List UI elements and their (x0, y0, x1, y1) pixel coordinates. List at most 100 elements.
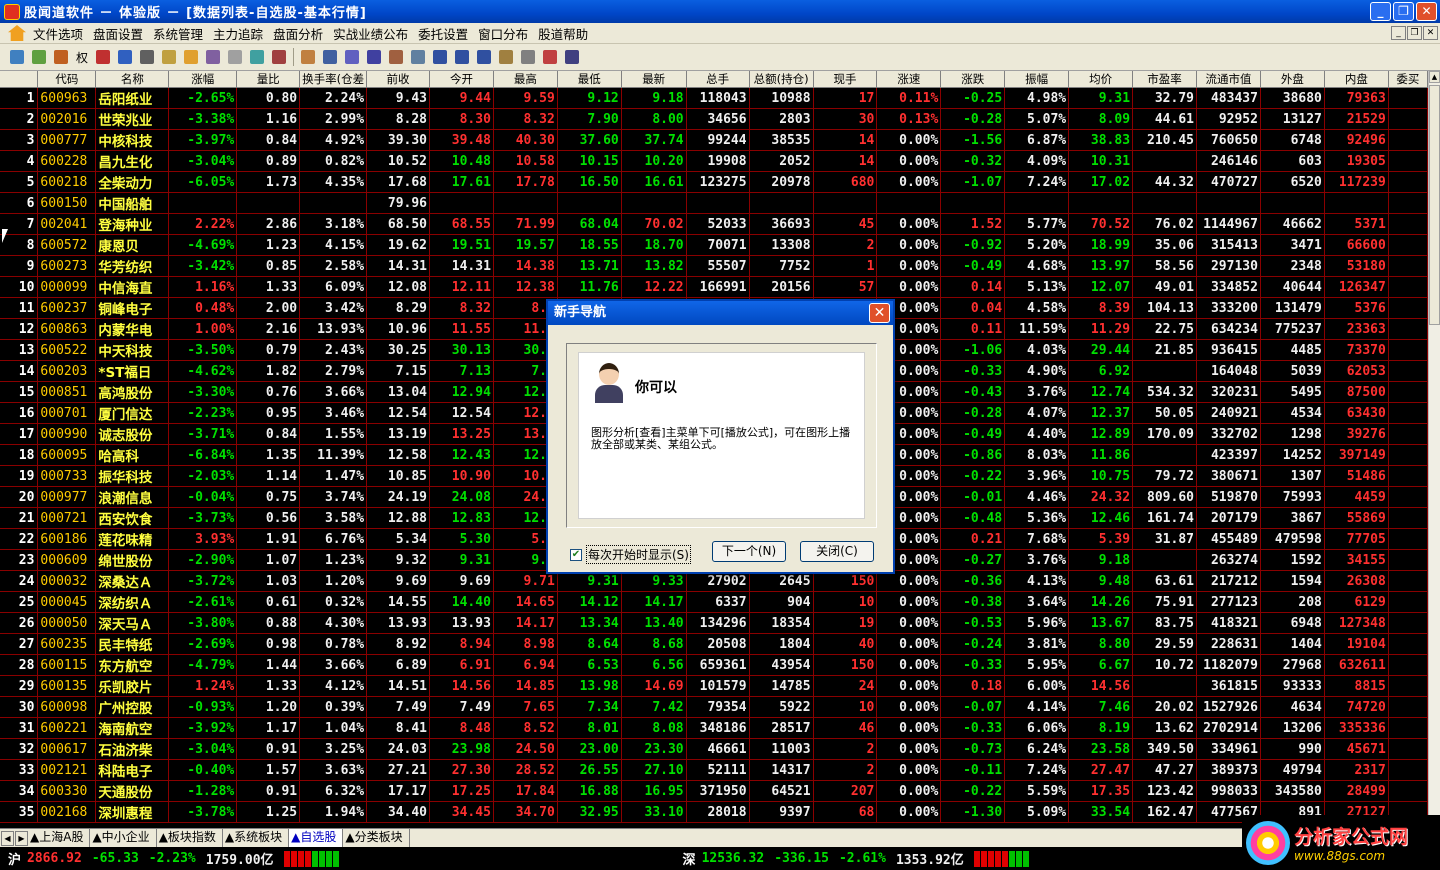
tab-category-sectors[interactable]: ▲分类板块 (343, 829, 410, 847)
menu-system[interactable]: 系统管理 (148, 24, 208, 43)
next-button[interactable]: 下一个(N) (712, 541, 786, 562)
table-row[interactable]: 3 000777 中核科技 -3.97% 0.84 4.92% 39.30 39.48 40.3… (0, 129, 1428, 151)
candle-icon[interactable] (228, 50, 243, 64)
stock-code[interactable]: 600235 (37, 633, 97, 655)
table-row[interactable]: 5 600218 全柴动力 -6.05% 1.73 4.35% 17.68 17.61 17.7… (0, 171, 1428, 193)
stock-code[interactable]: 000099 (37, 276, 97, 298)
line-chart-icon[interactable] (250, 50, 265, 64)
scroll-up-arrow-icon[interactable]: ▲ (1429, 71, 1440, 83)
table-row[interactable]: 35 002168 深圳惠程 -3.78% 1.25 1.94% 34.40 34.45 34.… (0, 801, 1428, 823)
header-cell[interactable]: 代码 (37, 71, 97, 88)
table-row[interactable]: 1 600963 岳阳纸业 -2.65% 0.80 2.24% 9.43 9.44 9.59 9.… (0, 87, 1428, 109)
stock-code[interactable]: 000851 (37, 381, 97, 403)
show-on-start-checkbox[interactable]: ✔ 每次开始时显示(S) (570, 545, 691, 564)
stock-name[interactable]: 民丰特纸 (95, 633, 170, 655)
row-index[interactable]: 34 (0, 780, 39, 802)
header-cell[interactable]: 现手 (813, 71, 878, 88)
stock-name[interactable]: 华芳纺织 (95, 255, 170, 277)
row-index[interactable]: 6 (0, 192, 39, 214)
table-row[interactable]: 25 000045 深纺织Ａ -2.61% 0.61 0.32% 14.55 14.40 14.… (0, 591, 1428, 613)
row-index[interactable]: 28 (0, 654, 39, 676)
stock-name[interactable]: 绵世股份 (95, 549, 170, 571)
stock-code[interactable]: 600863 (37, 318, 97, 340)
grid-icon[interactable] (140, 50, 155, 64)
header-cell[interactable]: 最高 (493, 71, 558, 88)
checkbox-check-icon[interactable]: ✔ (570, 548, 582, 561)
mdi-minimize-button[interactable]: _ (1391, 26, 1406, 40)
stock-code[interactable]: 000050 (37, 612, 97, 634)
stock-code[interactable]: 002016 (37, 108, 97, 130)
header-cell[interactable]: 名称 (95, 71, 170, 88)
stock-name[interactable]: 高鸿股份 (95, 381, 170, 403)
volume-icon[interactable] (272, 50, 287, 64)
close-button[interactable]: 关闭(C) (800, 541, 874, 562)
stock-code[interactable]: 002121 (37, 759, 97, 781)
stock-code[interactable]: 600218 (37, 171, 97, 193)
dialog-title[interactable]: 新手导航 (548, 301, 893, 325)
save-icon[interactable] (565, 50, 580, 64)
text-tool-icon[interactable] (477, 50, 492, 64)
menu-analysis[interactable]: 盘面分析 (268, 24, 328, 43)
header-cell[interactable]: 流通市值 (1196, 71, 1261, 88)
table-row[interactable]: 4 600228 昌九生化 -3.04% 0.89 0.82% 10.52 10.48 10.5… (0, 150, 1428, 172)
tab-watchlist[interactable]: ▲自选股 (289, 829, 344, 847)
table-row[interactable]: 2 002016 世荣兆业 -3.38% 1.16 2.99% 8.28 8.30 8.32 7.… (0, 108, 1428, 130)
row-index[interactable]: 18 (0, 444, 39, 466)
header-cell[interactable]: 今开 (429, 71, 494, 88)
stock-code[interactable]: 600186 (37, 528, 97, 550)
stock-name[interactable]: 天通股份 (95, 780, 170, 802)
ellipse-icon[interactable] (455, 50, 470, 64)
stock-code[interactable]: 000721 (37, 507, 97, 529)
menu-main-force[interactable]: 主力追踪 (208, 24, 268, 43)
stock-name[interactable]: 诚志股份 (95, 423, 170, 445)
row-index[interactable]: 17 (0, 423, 39, 445)
header-cell[interactable]: 内盘 (1324, 71, 1389, 88)
stock-name[interactable]: 浪潮信息 (95, 486, 170, 508)
tab-system-sectors[interactable]: ▲系统板块 (223, 829, 290, 847)
sell-icon[interactable] (118, 50, 133, 64)
row-index[interactable]: 12 (0, 318, 39, 340)
bars-icon[interactable] (345, 50, 360, 64)
row-index[interactable]: 19 (0, 465, 39, 487)
table-row[interactable]: 10 000099 中信海直 1.16% 1.33 6.09% 12.08 12.11 12.3… (0, 276, 1428, 298)
row-index[interactable]: 25 (0, 591, 39, 613)
stock-name[interactable]: 康恩贝 (95, 234, 170, 256)
stock-name[interactable]: 深天马Ａ (95, 612, 170, 634)
row-index[interactable]: 13 (0, 339, 39, 361)
row-index[interactable]: 15 (0, 381, 39, 403)
eraser-icon[interactable] (521, 50, 536, 64)
table-row[interactable]: 31 600221 海南航空 -3.92% 1.17 1.04% 8.41 8.48 8.52 8… (0, 717, 1428, 739)
row-index[interactable]: 16 (0, 402, 39, 424)
stock-name[interactable]: 哈高科 (95, 444, 170, 466)
stock-name[interactable]: 昌九生化 (95, 150, 170, 172)
stock-code[interactable]: 000609 (37, 549, 97, 571)
stock-name[interactable]: 东方航空 (95, 654, 170, 676)
home-icon[interactable] (8, 25, 26, 41)
row-index[interactable]: 22 (0, 528, 39, 550)
row-index[interactable]: 30 (0, 696, 39, 718)
table-row[interactable]: 8 600572 康恩贝 -4.69% 1.23 4.15% 19.62 19.51 19.57… (0, 234, 1428, 256)
stock-code[interactable]: 600135 (37, 675, 97, 697)
restore-button[interactable]: ❐ (1393, 2, 1414, 21)
stock-name[interactable]: 全柴动力 (95, 171, 170, 193)
stock-name[interactable]: 乐凯胶片 (95, 675, 170, 697)
mdi-restore-button[interactable]: ❐ (1407, 26, 1422, 40)
header-cell[interactable]: 均价 (1068, 71, 1134, 88)
color-icon[interactable] (543, 50, 558, 64)
tab-sector-index[interactable]: ▲板块指数 (157, 829, 223, 847)
table-row[interactable]: 26 000050 深天马Ａ -3.80% 0.88 4.30% 13.93 13.93 14.… (0, 612, 1428, 634)
row-index[interactable]: 23 (0, 549, 39, 571)
stock-name[interactable]: 科陆电子 (95, 759, 170, 781)
stock-name[interactable]: 广州控股 (95, 696, 170, 718)
scroll-thumb[interactable] (1429, 85, 1440, 325)
stock-name[interactable]: 登海种业 (95, 213, 170, 235)
row-index[interactable]: 32 (0, 738, 39, 760)
row-index[interactable]: 11 (0, 297, 39, 319)
header-cell[interactable]: 涨速 (876, 71, 942, 88)
row-index[interactable]: 24 (0, 570, 39, 592)
stock-code[interactable]: 000777 (37, 129, 97, 151)
row-index[interactable]: 2 (0, 108, 39, 130)
stock-code[interactable]: 600522 (37, 339, 97, 361)
stock-code[interactable]: 600098 (37, 696, 97, 718)
table-row[interactable]: 28 600115 东方航空 -4.79% 1.44 3.66% 6.89 6.91 6.94 6… (0, 654, 1428, 676)
